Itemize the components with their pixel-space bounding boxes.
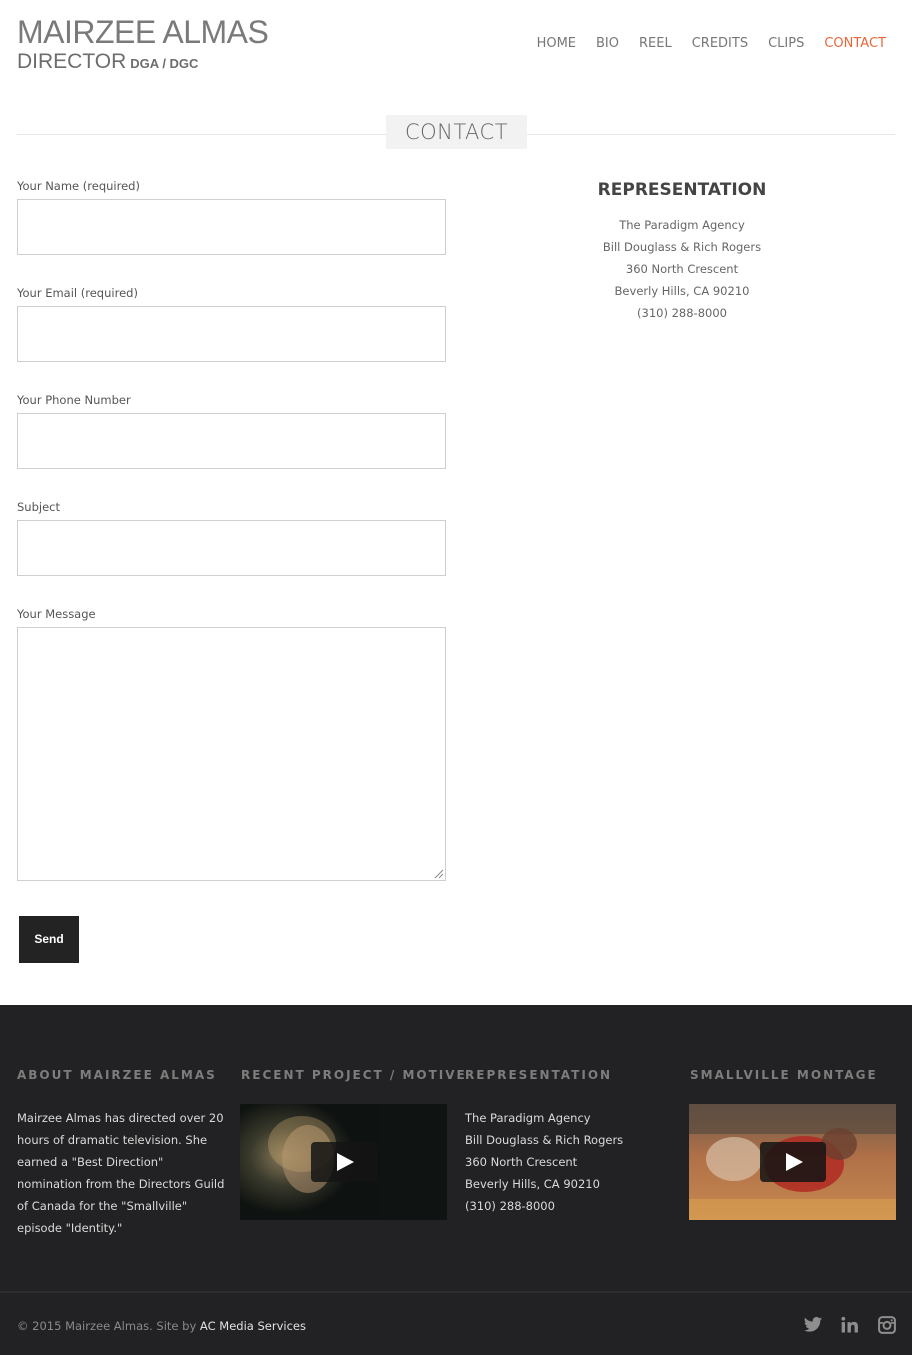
footer-recent-heading: RECENT PROJECT / MOTIVE (241, 1068, 467, 1082)
footer-about-heading: ABOUT MAIRZEE ALMAS (17, 1068, 217, 1082)
nav-contact[interactable]: CONTACT (824, 36, 886, 51)
play-icon[interactable] (311, 1142, 377, 1182)
send-button[interactable]: Send (19, 916, 79, 963)
email-label: Your Email (required) (17, 286, 138, 300)
subject-label: Subject (17, 500, 60, 514)
email-field[interactable] (17, 306, 446, 362)
nav-credits[interactable]: CREDITS (692, 36, 748, 51)
phone-label: Your Phone Number (17, 393, 131, 407)
footer-rep-phone: (310) 288-8000 (465, 1199, 555, 1213)
logo-guild: DGA / DGC (130, 56, 199, 71)
footer-divider (0, 1291, 912, 1293)
linkedin-icon[interactable] (840, 1315, 860, 1335)
footer-rep-agency: The Paradigm Agency (465, 1111, 591, 1125)
copyright-text: © 2015 Mairzee Almas. Site by (17, 1319, 200, 1333)
site-logo[interactable]: MAIRZEE ALMAS DIRECTOR DGA / DGC (17, 14, 269, 76)
copyright: © 2015 Mairzee Almas. Site by AC Media S… (17, 1319, 306, 1333)
footer-rep-agents: Bill Douglass & Rich Rogers (465, 1133, 624, 1147)
smallville-montage-video[interactable] (689, 1104, 896, 1220)
main-nav: HOME BIO REEL CREDITS CLIPS CONTACT (537, 36, 886, 51)
footer-rep-street: 360 North Crescent (465, 1155, 578, 1169)
representation-block: REPRESENTATION The Paradigm Agency Bill … (560, 180, 804, 324)
play-icon[interactable] (760, 1142, 826, 1182)
message-field[interactable] (17, 627, 446, 881)
message-label: Your Message (17, 607, 96, 621)
logo-subtitle: DIRECTOR DGA / DGC (17, 50, 268, 76)
nav-clips[interactable]: CLIPS (768, 36, 804, 51)
footer-montage: SMALLVILLE MONTAGE (690, 1068, 900, 1082)
name-label: Your Name (required) (17, 179, 140, 193)
logo-role: DIRECTOR (17, 50, 127, 73)
rep-city: Beverly Hills, CA 90210 (614, 284, 750, 298)
site-footer: ABOUT MAIRZEE ALMAS Mairzee Almas has di… (0, 1005, 912, 1355)
logo-name: MAIRZEE ALMAS (17, 14, 269, 50)
footer-representation: REPRESENTATION The Paradigm Agency Bill … (465, 1068, 675, 1217)
subject-field[interactable] (17, 520, 446, 576)
name-field[interactable] (17, 199, 446, 255)
phone-field[interactable] (17, 413, 446, 469)
page-title: CONTACT (386, 115, 527, 149)
footer-recent-project: RECENT PROJECT / MOTIVE (241, 1068, 467, 1082)
twitter-icon[interactable] (803, 1315, 823, 1335)
recent-project-video[interactable] (240, 1104, 447, 1220)
nav-home[interactable]: HOME (537, 36, 576, 51)
resize-handle-icon[interactable] (434, 869, 444, 879)
footer-rep-heading: REPRESENTATION (465, 1068, 613, 1082)
instagram-icon[interactable] (877, 1315, 897, 1335)
rep-phone: (310) 288-8000 (637, 306, 727, 320)
rep-agency: The Paradigm Agency (619, 218, 745, 232)
footer-montage-heading: SMALLVILLE MONTAGE (690, 1068, 878, 1082)
credit-link[interactable]: AC Media Services (200, 1319, 306, 1333)
footer-about: ABOUT MAIRZEE ALMAS Mairzee Almas has di… (17, 1068, 227, 1239)
nav-reel[interactable]: REEL (639, 36, 672, 51)
representation-heading: REPRESENTATION (597, 180, 767, 200)
rep-street: 360 North Crescent (625, 262, 739, 276)
rep-agents: Bill Douglass & Rich Rogers (602, 240, 762, 254)
footer-rep-city: Beverly Hills, CA 90210 (465, 1177, 600, 1191)
footer-about-text: Mairzee Almas has directed over 20 hours… (17, 1111, 225, 1235)
nav-bio[interactable]: BIO (596, 36, 619, 51)
